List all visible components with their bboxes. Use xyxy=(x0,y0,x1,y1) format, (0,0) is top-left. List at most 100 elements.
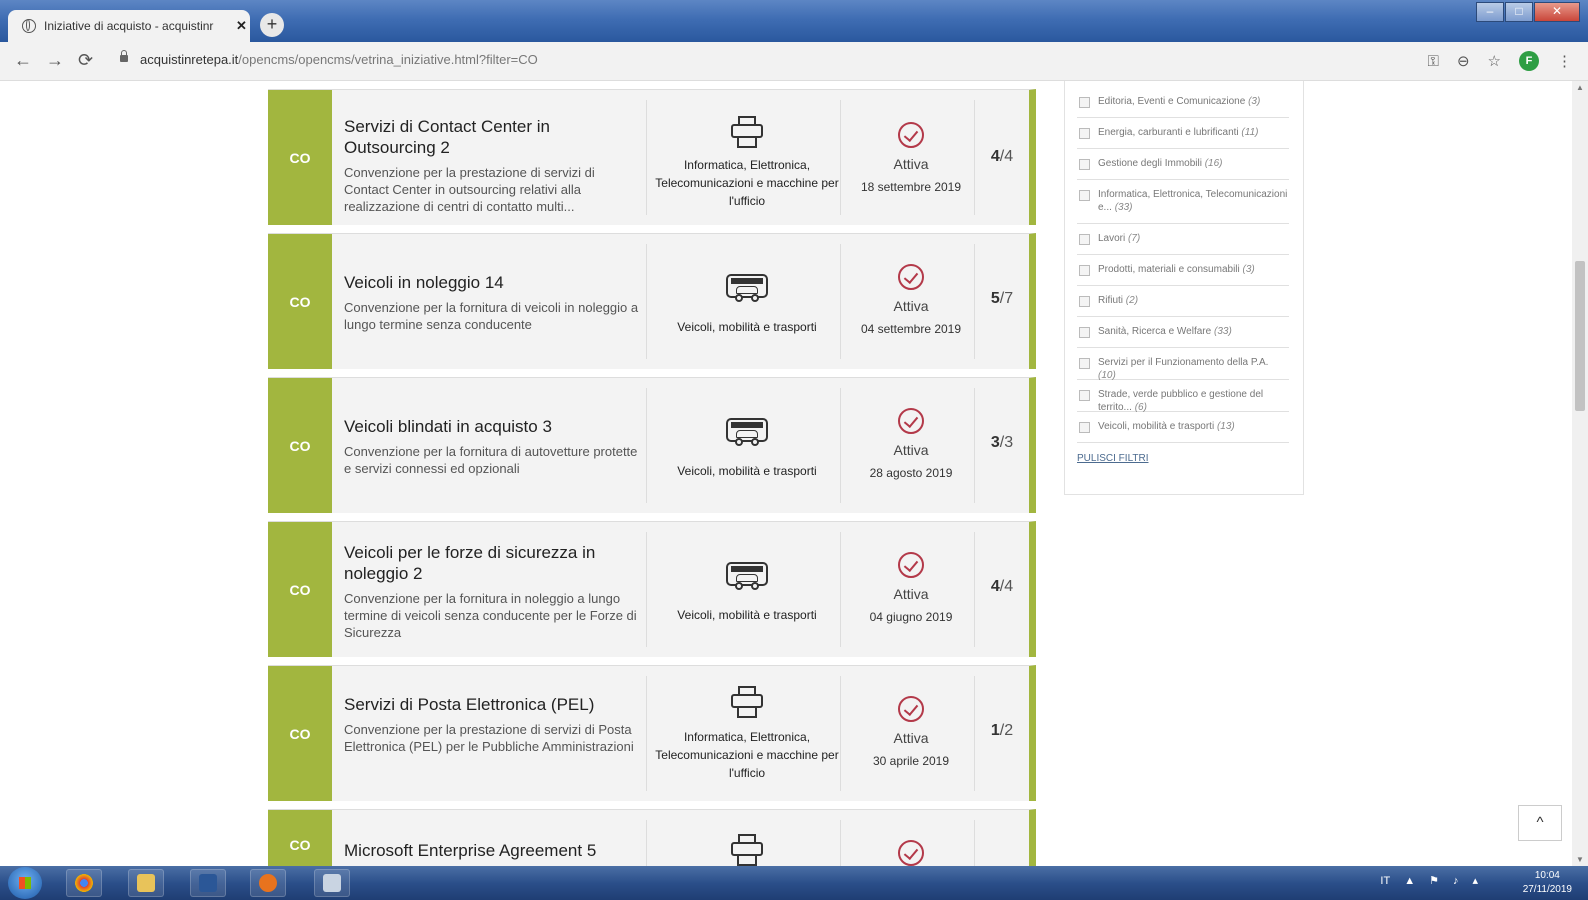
card-title[interactable]: Veicoli blindati in acquisto 3 xyxy=(344,416,640,437)
volume-icon[interactable]: ♪ xyxy=(1453,875,1459,887)
lots-count: 4/4 xyxy=(974,578,1030,596)
address-bar[interactable]: acquistinretepa.it/opencms/opencms/vetri… xyxy=(110,48,1392,74)
filter-label: Rifiuti (2) xyxy=(1098,295,1139,306)
filter-item[interactable]: Energia, carburanti e lubrificanti (11) xyxy=(1077,118,1289,149)
filter-checkbox[interactable] xyxy=(1079,128,1090,139)
filter-item[interactable]: Gestione degli Immobili (16) xyxy=(1077,149,1289,180)
initiative-card[interactable]: CO Veicoli per le forze di sicurezza in … xyxy=(268,521,1036,657)
language-indicator[interactable]: IT xyxy=(1380,875,1390,887)
minimize-button[interactable]: – xyxy=(1476,2,1504,22)
initiative-card[interactable]: CO Veicoli in noleggio 14 Convenzione pe… xyxy=(268,233,1036,369)
initiative-card[interactable]: CO Veicoli blindati in acquisto 3 Conven… xyxy=(268,377,1036,513)
card-description: Convenzione per la prestazione di serviz… xyxy=(344,722,634,754)
filter-checkbox[interactable] xyxy=(1079,234,1090,245)
new-tab-button[interactable]: + xyxy=(260,13,284,37)
check-circle-icon xyxy=(898,122,924,148)
card-title[interactable]: Servizi di Posta Elettronica (PEL) xyxy=(344,694,640,715)
card-description: Convenzione per la fornitura in noleggio… xyxy=(344,591,637,640)
filter-item[interactable]: Strade, verde pubblico e gestione del te… xyxy=(1077,380,1289,413)
back-to-top-button[interactable]: ^ xyxy=(1518,805,1562,841)
zoom-icon[interactable]: ⊖ xyxy=(1457,52,1470,70)
reload-icon[interactable]: ⟳ xyxy=(78,50,93,71)
card-info: Veicoli in noleggio 14 Convenzione per l… xyxy=(344,272,640,333)
close-tab-button[interactable]: ✕ xyxy=(236,18,247,34)
url-text[interactable]: acquistinretepa.it/opencms/opencms/vetri… xyxy=(140,52,538,67)
card-category: Veicoli, mobilità e trasporti xyxy=(654,274,840,336)
filter-item[interactable]: Editoria, Eventi e Comunicazione (3) xyxy=(1077,87,1289,118)
status-label: Attiva xyxy=(893,156,929,172)
filter-checkbox[interactable] xyxy=(1079,358,1090,369)
card-title[interactable]: Servizi di Contact Center in Outsourcing… xyxy=(344,116,640,158)
calculator-taskbar-icon[interactable] xyxy=(314,869,350,897)
key-icon[interactable]: ⚿ xyxy=(1428,53,1439,70)
card-status: Attiva 18 settembre 2019 xyxy=(848,122,974,194)
taskbar-clock[interactable]: 10:04 27/11/2019 xyxy=(1523,869,1572,897)
star-icon[interactable]: ☆ xyxy=(1488,52,1501,70)
lots-active: 4 xyxy=(990,148,1000,165)
bus-icon xyxy=(726,418,768,448)
filter-item[interactable]: Prodotti, materiali e consumabili (3) xyxy=(1077,255,1289,286)
explorer-taskbar-icon[interactable] xyxy=(128,869,164,897)
chrome-taskbar-icon[interactable] xyxy=(66,869,102,897)
filter-item[interactable]: Informatica, Elettronica, Telecomunicazi… xyxy=(1077,180,1289,224)
scroll-thumb[interactable] xyxy=(1575,261,1585,411)
initiative-card[interactable]: CO Microsoft Enterprise Agreement 5 xyxy=(268,809,1036,866)
status-date: 28 agosto 2019 xyxy=(869,466,953,480)
browser-titlebar: Iniziative di acquisto - acquistinr ✕ + … xyxy=(0,0,1588,42)
card-category: Informatica, Elettronica, Telecomunicazi… xyxy=(654,116,840,210)
card-title[interactable]: Veicoli in noleggio 14 xyxy=(344,272,640,293)
card-title[interactable]: Microsoft Enterprise Agreement 5 xyxy=(344,840,640,861)
card-info: Servizi di Contact Center in Outsourcing… xyxy=(344,116,640,215)
lots-active: 5 xyxy=(990,290,1000,307)
card-status: Attiva 04 giugno 2019 xyxy=(848,552,974,624)
menu-dots-icon[interactable]: ⋮ xyxy=(1557,52,1572,70)
divider xyxy=(840,676,841,791)
status-label: Attiva xyxy=(893,586,929,602)
maximize-button[interactable]: □ xyxy=(1505,2,1533,22)
card-description: Convenzione per la fornitura di autovett… xyxy=(344,444,638,476)
filter-item[interactable]: Lavori (7) xyxy=(1077,224,1289,255)
back-arrow-icon[interactable]: ← xyxy=(14,50,32,71)
card-title[interactable]: Veicoli per le forze di sicurezza in nol… xyxy=(344,542,640,584)
filter-checkbox[interactable] xyxy=(1079,390,1090,401)
filter-item[interactable]: Sanità, Ricerca e Welfare (33) xyxy=(1077,317,1289,348)
clock-time: 10:04 xyxy=(1534,870,1560,881)
filter-checkbox[interactable] xyxy=(1079,422,1090,433)
divider xyxy=(840,244,841,359)
media-taskbar-icon[interactable] xyxy=(250,869,286,897)
page-scrollbar[interactable]: ▲ ▼ xyxy=(1572,81,1588,866)
category-label: Veicoli, mobilità e trasporti xyxy=(677,464,817,478)
status-date: 04 settembre 2019 xyxy=(860,322,962,336)
filter-item[interactable]: Rifiuti (2) xyxy=(1077,286,1289,317)
filter-checkbox[interactable] xyxy=(1079,190,1090,201)
filter-checkbox[interactable] xyxy=(1079,327,1090,338)
filter-checkbox[interactable] xyxy=(1079,296,1090,307)
filter-item[interactable]: Servizi per il Funzionamento della P.A. … xyxy=(1077,348,1289,381)
printer-icon xyxy=(729,686,765,718)
scroll-down-icon[interactable]: ▼ xyxy=(1576,855,1584,864)
filter-label: Strade, verde pubblico e gestione del te… xyxy=(1098,389,1264,413)
start-button[interactable] xyxy=(8,867,42,899)
tray-expand-icon[interactable]: ▲ xyxy=(1404,875,1415,887)
filter-item[interactable]: Veicoli, mobilità e trasporti (13) xyxy=(1077,412,1289,443)
page-content: CO Servizi di Contact Center in Outsourc… xyxy=(0,81,1572,866)
filter-checkbox[interactable] xyxy=(1079,97,1090,108)
status-date: 18 settembre 2019 xyxy=(860,180,962,194)
initiative-card[interactable]: CO Servizi di Posta Elettronica (PEL) Co… xyxy=(268,665,1036,801)
browser-tab[interactable]: Iniziative di acquisto - acquistinr ✕ xyxy=(8,10,250,42)
network-icon[interactable]: ▴ xyxy=(1472,874,1478,887)
filter-checkbox[interactable] xyxy=(1079,159,1090,170)
lots-active: 1 xyxy=(990,722,1000,739)
word-taskbar-icon[interactable] xyxy=(190,869,226,897)
card-info: Microsoft Enterprise Agreement 5 xyxy=(344,840,640,861)
flag-icon[interactable]: ⚑ xyxy=(1429,874,1439,887)
clear-filters-link[interactable]: PULISCI FILTRI xyxy=(1077,453,1149,464)
close-window-button[interactable]: ✕ xyxy=(1534,2,1580,22)
initiative-card[interactable]: CO Servizi di Contact Center in Outsourc… xyxy=(268,89,1036,225)
divider xyxy=(646,100,647,215)
profile-avatar[interactable]: F xyxy=(1519,51,1539,71)
forward-arrow-icon[interactable]: → xyxy=(46,50,64,71)
divider xyxy=(646,676,647,791)
scroll-up-icon[interactable]: ▲ xyxy=(1576,83,1584,92)
filter-checkbox[interactable] xyxy=(1079,265,1090,276)
